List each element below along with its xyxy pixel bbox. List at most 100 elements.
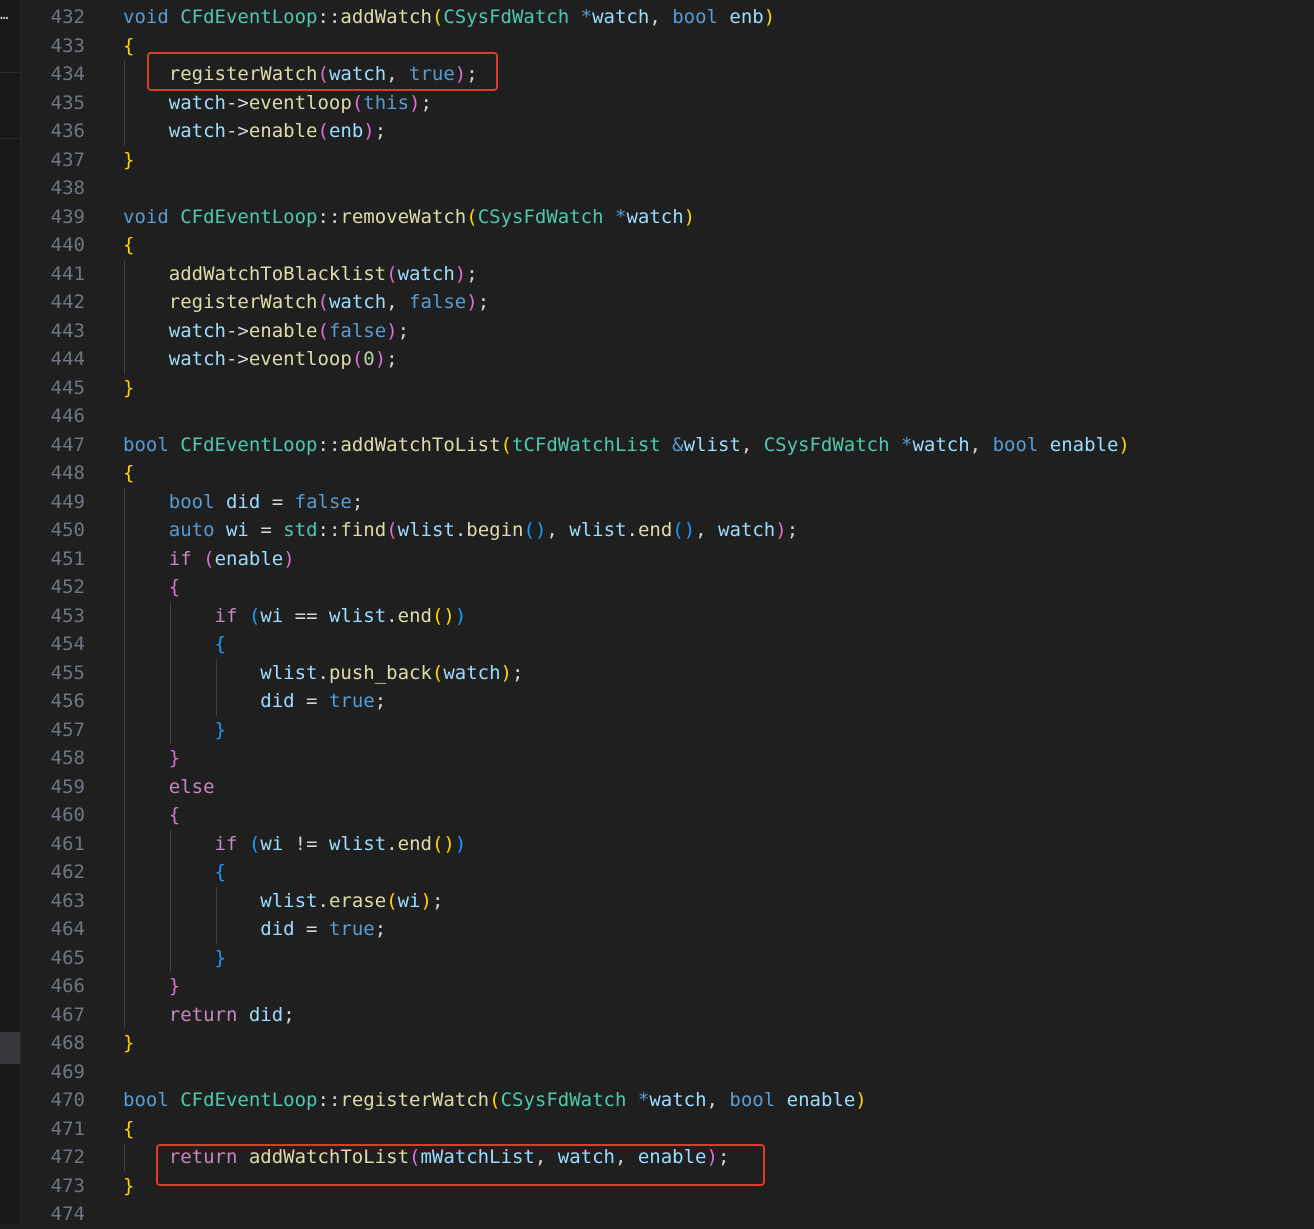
code-token: else: [168, 775, 215, 798]
code-line[interactable]: bool CFdEventLoop::registerWatch(CSysFdW…: [123, 1086, 867, 1115]
code-line[interactable]: watch->enable(enb);: [123, 117, 386, 146]
code-token: registerWatch: [340, 1089, 490, 1111]
code-token: (: [386, 889, 398, 912]
code-line[interactable]: if (wi == wlist.end()): [123, 602, 467, 631]
code-token: ;: [351, 490, 364, 513]
code-line[interactable]: }: [123, 744, 180, 773]
code-token: *: [580, 6, 593, 28]
code-token: addWatch: [340, 6, 432, 28]
code-line[interactable]: watch->eventloop(this);: [123, 89, 432, 118]
code-line[interactable]: if (enable): [123, 545, 295, 574]
more-actions-icon[interactable]: …: [0, 8, 20, 22]
line-number: 458: [50, 747, 85, 769]
code-line[interactable]: did = true;: [123, 915, 386, 944]
code-token: (: [317, 291, 329, 313]
code-line[interactable]: registerWatch(watch, false);: [123, 288, 489, 317]
code-line[interactable]: bool CFdEventLoop::addWatchToList(tCFdWa…: [123, 431, 1130, 460]
code-token: std: [283, 519, 318, 541]
code-line[interactable]: }: [123, 716, 226, 745]
code-token: watch: [649, 1089, 707, 1111]
code-line[interactable]: did = true;: [123, 687, 386, 716]
code-token: ;: [386, 348, 398, 370]
code-token: did: [248, 1003, 284, 1026]
code-line[interactable]: addWatchToBlacklist(watch);: [123, 260, 478, 289]
code-line[interactable]: wlist.erase(wi);: [123, 887, 443, 916]
code-token: (: [489, 1089, 501, 1111]
code-editor[interactable]: 432 433 434 435 436 437 438 439 440 441 442 443 444 4…: [21, 0, 1314, 1225]
code-token: {: [123, 234, 135, 256]
code-line[interactable]: }: [123, 374, 134, 403]
code-line[interactable]: {: [123, 573, 180, 602]
code-token: {: [123, 34, 135, 57]
code-token: CFdEventLoop: [180, 205, 318, 228]
line-number: 468: [50, 1032, 85, 1054]
code-token: ): [374, 348, 387, 370]
code-line[interactable]: if (wi != wlist.end()): [123, 830, 467, 859]
code-token: ): [420, 889, 432, 912]
code-line[interactable]: return did;: [123, 1001, 295, 1030]
code-token: end: [397, 832, 432, 855]
code-line[interactable]: bool did = false;: [123, 488, 364, 517]
code-line[interactable]: watch->eventloop(0);: [123, 345, 398, 374]
code-token: .: [386, 832, 398, 855]
line-number: 457: [50, 718, 85, 741]
line-number: 473: [50, 1174, 85, 1197]
code-line[interactable]: watch->enable(false);: [123, 317, 409, 346]
code-line[interactable]: }: [123, 146, 134, 175]
code-line[interactable]: }: [123, 1172, 134, 1201]
code-line[interactable]: }: [123, 1029, 134, 1058]
code-token: ;: [374, 918, 387, 940]
code-token: CSysFdWatch: [763, 433, 890, 456]
code-token: ->: [225, 319, 249, 342]
code-token: wlist: [569, 519, 627, 541]
code-token: .: [626, 519, 638, 541]
code-token: {: [168, 804, 181, 826]
code-token: ::: [317, 205, 341, 228]
code-token: {: [214, 861, 226, 883]
code-line[interactable]: {: [123, 630, 226, 659]
code-line[interactable]: {: [123, 231, 134, 260]
code-token: watch: [397, 262, 455, 285]
line-number: 433: [50, 34, 85, 57]
code-token: .: [454, 519, 467, 541]
code-token: enable: [786, 1089, 856, 1111]
code-line[interactable]: }: [123, 944, 226, 973]
code-line[interactable]: {: [123, 459, 134, 488]
code-line[interactable]: {: [123, 1115, 134, 1144]
code-line[interactable]: }: [123, 972, 180, 1001]
code-line[interactable]: void CFdEventLoop::addWatch(CSysFdWatch …: [123, 3, 775, 32]
line-number: 446: [50, 405, 85, 427]
code-token: removeWatch: [340, 205, 467, 228]
code-line[interactable]: wlist.push_back(watch);: [123, 659, 523, 688]
code-token: *: [637, 1089, 650, 1111]
code-token: true: [328, 690, 375, 712]
line-number: 466: [50, 975, 85, 997]
code-token: if: [214, 604, 238, 627]
line-number: 454: [50, 633, 85, 655]
code-token: ,: [969, 433, 993, 456]
code-token: ;: [477, 291, 490, 313]
code-line[interactable]: void CFdEventLoop::removeWatch(CSysFdWat…: [123, 203, 695, 232]
line-number: 465: [50, 946, 85, 969]
code-line[interactable]: auto wi = std::find(wlist.begin(), wlist…: [123, 516, 798, 545]
code-token: }: [123, 376, 135, 399]
code-line[interactable]: else: [123, 773, 215, 802]
code-token: ;: [786, 519, 799, 541]
code-line[interactable]: {: [123, 858, 226, 887]
code-token: bool: [672, 6, 718, 28]
code-token: ->: [225, 120, 249, 142]
code-line[interactable]: {: [123, 32, 134, 61]
code-token: CFdEventLoop: [180, 1089, 318, 1111]
code-line[interactable]: {: [123, 801, 180, 830]
